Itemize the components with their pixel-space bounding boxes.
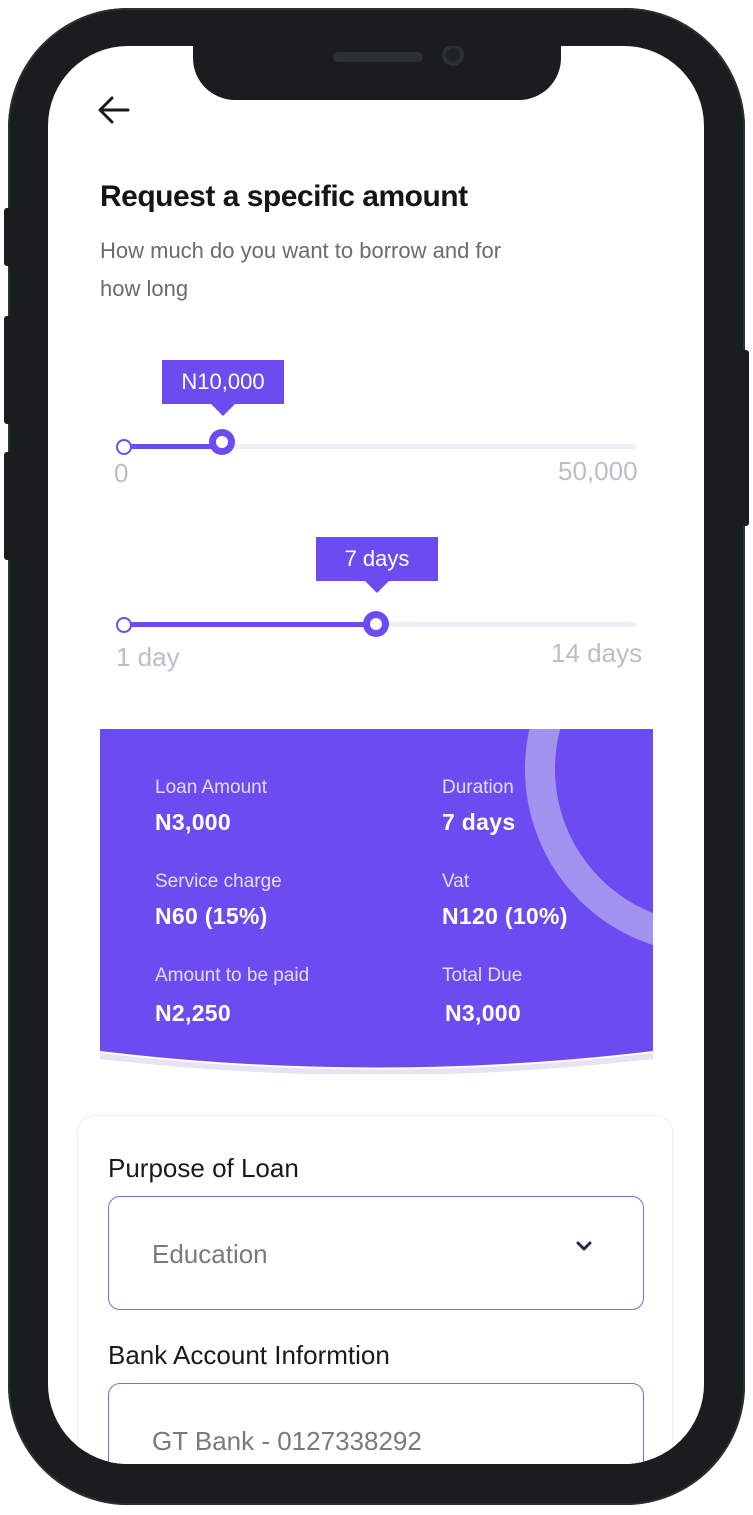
amount-paid-label: Amount to be paid [155, 965, 310, 986]
amount-value-tooltip: N10,000 [162, 360, 284, 416]
page-subtitle: How much do you want to borrow and for h… [100, 238, 502, 301]
duration-value: 7 days [442, 809, 516, 835]
page-title: Request a specific amount [100, 180, 468, 213]
vat-value: N120 (10%) [442, 903, 568, 929]
duration-start-dot [116, 617, 132, 633]
total-due-label: Total Due [442, 965, 523, 986]
amount-thumb[interactable] [209, 429, 235, 455]
arrow-left-icon[interactable] [96, 92, 132, 128]
vat-label: Vat [442, 871, 470, 892]
notch [193, 46, 561, 100]
duration-label: Duration [442, 777, 514, 798]
amount-min-label: 0 [114, 458, 129, 488]
amount-fill [124, 444, 222, 449]
amount-max-label: 50,000 [558, 456, 638, 486]
speaker [333, 52, 423, 62]
chevron-down-icon[interactable] [575, 1237, 593, 1255]
app-screen: Request a specific amount How much do yo… [48, 46, 704, 1464]
purpose-select[interactable]: Education [108, 1196, 644, 1310]
phone-power-button [741, 350, 749, 526]
duration-min-label: 1 day [116, 642, 180, 672]
bank-value: GT Bank - 0127338292 [152, 1426, 422, 1456]
purpose-label: Purpose of Loan [108, 1153, 299, 1183]
loan-amount-value: N3,000 [155, 809, 231, 835]
phone-volume-up [4, 316, 12, 424]
total-due-value: N3,000 [445, 1000, 521, 1026]
duration-max-label: 14 days [551, 638, 643, 668]
loan-form: Purpose of Loan Education Bank Account I… [78, 1116, 672, 1464]
service-charge-value: N60 (15%) [155, 903, 268, 929]
camera [442, 46, 464, 66]
purpose-value: Education [152, 1239, 268, 1269]
bank-label: Bank Account Informtion [108, 1340, 390, 1370]
phone-volume-down [4, 452, 12, 560]
duration-value-tooltip: 7 days [316, 537, 438, 593]
duration-thumb[interactable] [363, 611, 389, 637]
bank-account-field[interactable]: GT Bank - 0127338292 [108, 1383, 644, 1464]
loan-amount-label: Loan Amount [155, 777, 267, 798]
duration-fill [124, 622, 376, 627]
loan-summary-card: Loan Amount N3,000 Duration 7 days Servi… [100, 729, 653, 1074]
amount-paid-value: N2,250 [155, 1000, 231, 1026]
service-charge-label: Service charge [155, 871, 282, 892]
phone-side-button [4, 208, 12, 266]
amount-start-dot [116, 439, 132, 455]
